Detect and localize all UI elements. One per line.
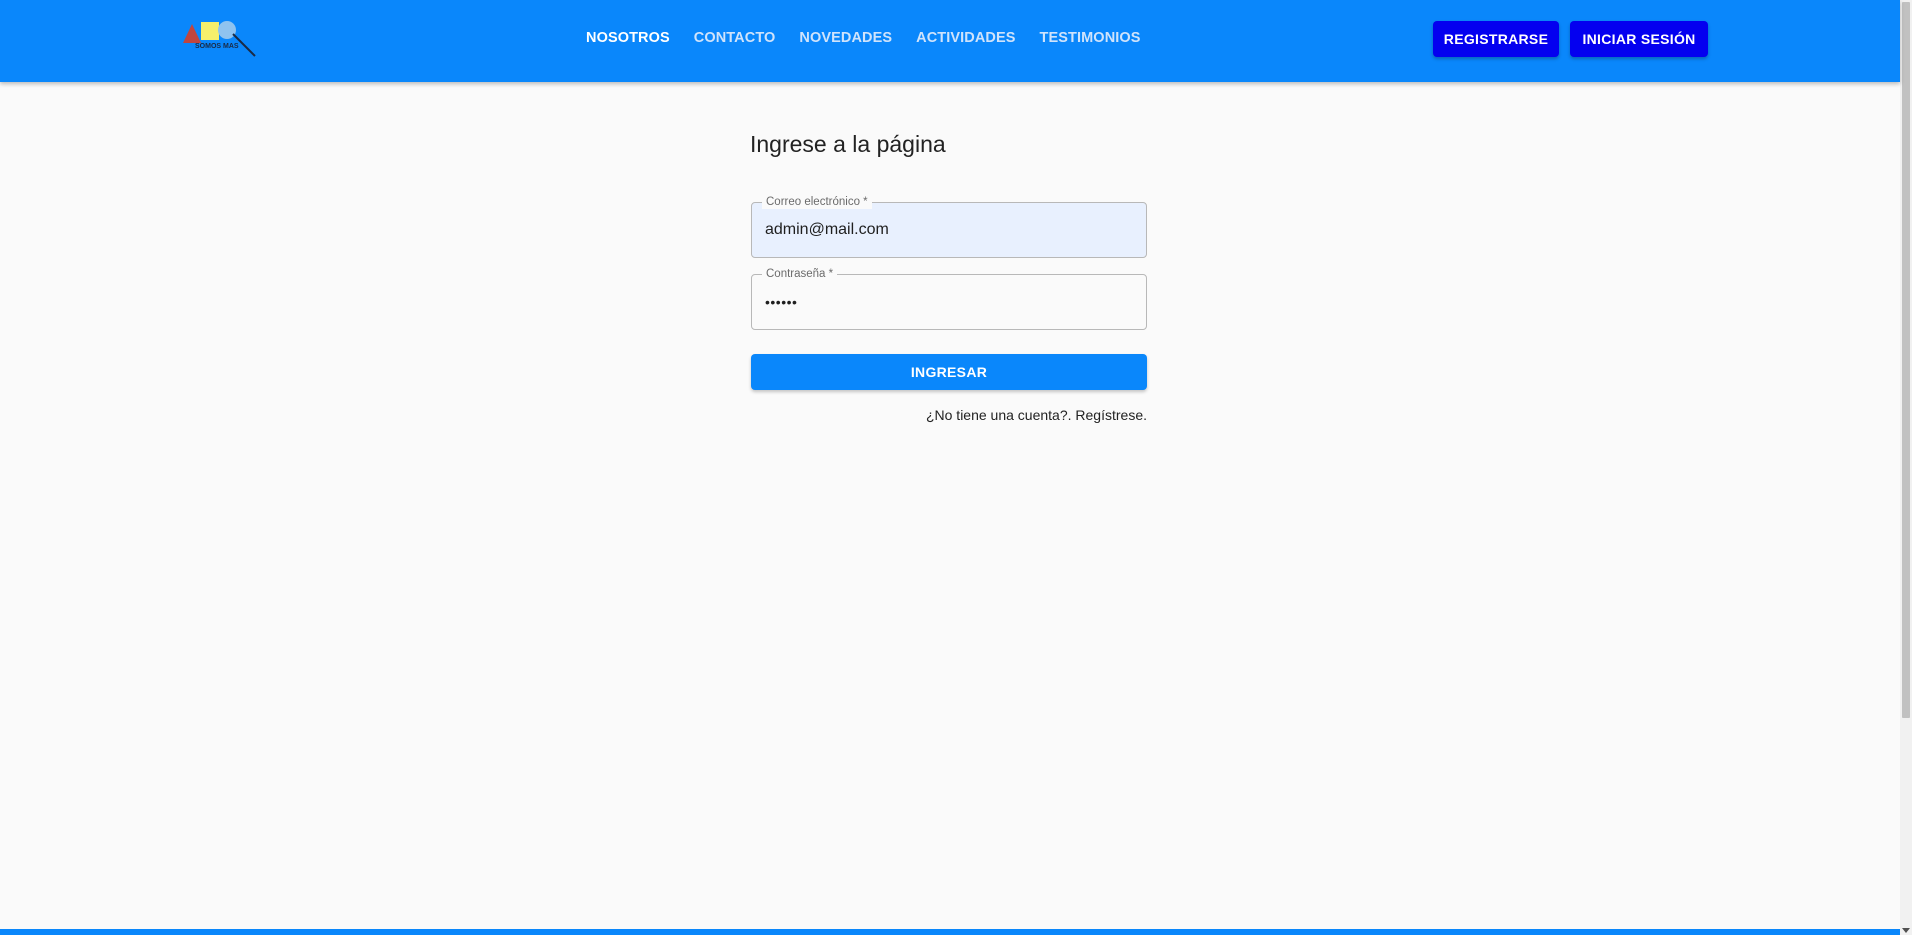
logo-graphic: SOMOS MAS (183, 21, 256, 57)
nav-item-testimonios[interactable]: TESTIMONIOS (1040, 30, 1141, 46)
scroll-down-arrow-icon[interactable] (1902, 928, 1910, 933)
nav-item-novedades[interactable]: NOVEDADES (799, 30, 892, 46)
footer-bar (0, 929, 1900, 935)
vertical-scrollbar[interactable] (1900, 0, 1912, 935)
top-navbar: SOMOS MAS NOSOTROS CONTACTO NOVEDADES AC… (0, 0, 1900, 82)
nav-item-nosotros[interactable]: NOSOTROS (586, 30, 670, 46)
main-nav: NOSOTROS CONTACTO NOVEDADES ACTIVIDADES … (586, 0, 1165, 76)
nav-item-contacto[interactable]: CONTACTO (694, 30, 776, 46)
page-title: Ingrese a la página (750, 131, 946, 157)
somos-mas-logo[interactable]: SOMOS MAS (181, 18, 259, 58)
submit-login-button[interactable]: INGRESAR (751, 354, 1147, 390)
nav-item-actividades[interactable]: ACTIVIDADES (916, 30, 1015, 46)
login-button[interactable]: INICIAR SESIÓN (1570, 21, 1708, 57)
email-input[interactable] (765, 203, 1135, 257)
logo-text: SOMOS MAS (195, 43, 239, 50)
register-link[interactable]: ¿No tiene una cuenta?. Regístrese. (751, 407, 1147, 423)
register-button[interactable]: REGISTRARSE (1433, 21, 1559, 57)
password-input[interactable] (765, 275, 1135, 329)
email-field: Correo electrónico * (751, 195, 1147, 258)
scroll-thumb[interactable] (1902, 2, 1910, 718)
password-field: Contraseña * (751, 267, 1147, 330)
